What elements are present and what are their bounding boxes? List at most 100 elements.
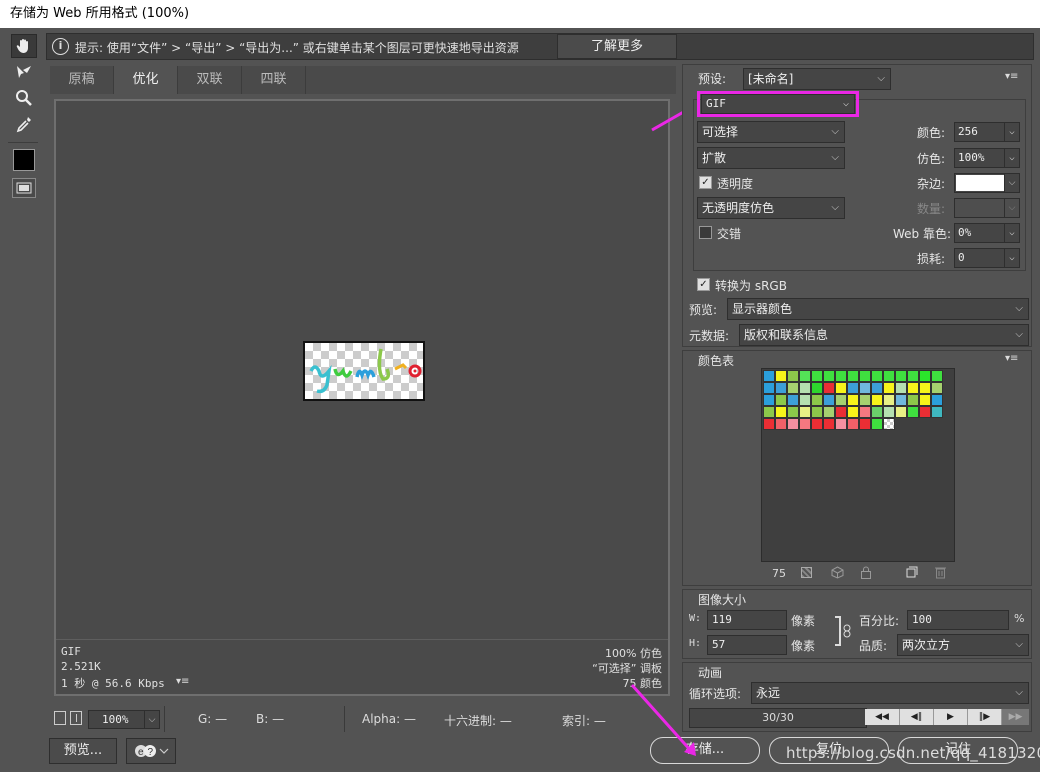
constrain-link-icon[interactable] xyxy=(843,624,851,641)
play-button[interactable]: ▶ xyxy=(933,709,967,725)
web-shift-icon[interactable] xyxy=(831,566,844,582)
preset-select[interactable]: [未命名] ⌵ xyxy=(743,68,891,90)
color-swatch[interactable] xyxy=(847,394,859,406)
color-swatch[interactable] xyxy=(895,382,907,394)
percent-input[interactable]: 100 xyxy=(907,610,1009,630)
color-swatch[interactable] xyxy=(931,382,943,394)
amount-input[interactable]: ⌵ xyxy=(954,198,1020,218)
color-swatch[interactable] xyxy=(799,382,811,394)
color-swatch[interactable] xyxy=(871,406,883,418)
color-swatch[interactable] xyxy=(871,418,883,430)
color-swatch[interactable] xyxy=(787,418,799,430)
color-swatch[interactable] xyxy=(859,370,871,382)
color-swatch[interactable] xyxy=(811,418,823,430)
color-swatch[interactable] xyxy=(907,406,919,418)
color-swatch[interactable] xyxy=(895,394,907,406)
color-swatch[interactable] xyxy=(859,382,871,394)
color-swatch[interactable] xyxy=(883,406,895,418)
color-swatch[interactable] xyxy=(775,370,787,382)
color-swatch[interactable] xyxy=(919,394,931,406)
color-swatch[interactable] xyxy=(787,382,799,394)
preview-select[interactable]: 显示器颜色 ⌵ xyxy=(727,298,1029,320)
color-swatch[interactable] xyxy=(775,418,787,430)
color-swatch[interactable] xyxy=(763,382,775,394)
color-swatch[interactable] xyxy=(811,382,823,394)
preset-menu-icon[interactable]: ▾≡ xyxy=(1005,71,1018,82)
color-swatch[interactable] xyxy=(835,406,847,418)
color-swatch[interactable] xyxy=(823,406,835,418)
color-swatch[interactable] xyxy=(859,418,871,430)
height-input[interactable]: 57 xyxy=(707,635,787,655)
palette-select[interactable]: 可选择 ⌵ xyxy=(697,121,845,143)
color-swatch[interactable] xyxy=(763,406,775,418)
color-swatch[interactable] xyxy=(871,394,883,406)
last-frame-button[interactable]: ▶▶ xyxy=(1001,709,1029,725)
color-swatch[interactable] xyxy=(859,406,871,418)
color-swatch[interactable] xyxy=(859,394,871,406)
color-swatch[interactable] xyxy=(799,394,811,406)
color-swatch[interactable] xyxy=(823,370,835,382)
transparency-checkbox[interactable]: ✓ xyxy=(699,176,712,189)
color-swatch[interactable] xyxy=(787,370,799,382)
color-swatch[interactable] xyxy=(847,370,859,382)
color-swatch[interactable] xyxy=(931,370,943,382)
first-frame-button[interactable]: ◀◀ xyxy=(865,709,899,725)
color-swatch[interactable] xyxy=(847,418,859,430)
color-swatch[interactable] xyxy=(847,406,859,418)
color-swatch[interactable] xyxy=(823,418,835,430)
color-table-grid[interactable] xyxy=(761,368,955,562)
color-swatch[interactable] xyxy=(883,382,895,394)
color-swatch[interactable] xyxy=(799,370,811,382)
color-swatch[interactable] xyxy=(811,370,823,382)
color-swatch[interactable] xyxy=(847,382,859,394)
color-swatch[interactable] xyxy=(799,418,811,430)
color-swatch[interactable] xyxy=(775,382,787,394)
color-swatch[interactable] xyxy=(871,370,883,382)
color-swatch[interactable] xyxy=(895,406,907,418)
next-frame-button[interactable]: ‖▶ xyxy=(967,709,1001,725)
width-input[interactable]: 119 xyxy=(707,610,787,630)
color-swatch[interactable] xyxy=(907,370,919,382)
color-swatch[interactable] xyxy=(811,394,823,406)
color-swatch[interactable] xyxy=(835,370,847,382)
convert-srgb-checkbox[interactable]: ✓ xyxy=(697,278,710,291)
color-swatch[interactable] xyxy=(763,370,775,382)
color-swatch[interactable] xyxy=(919,370,931,382)
matte-select[interactable]: ⌵ xyxy=(954,173,1020,193)
prev-frame-button[interactable]: ◀‖ xyxy=(899,709,933,725)
color-swatch[interactable] xyxy=(787,394,799,406)
color-swatch[interactable] xyxy=(931,394,943,406)
web-snap-input[interactable]: 0% ⌵ xyxy=(954,223,1020,243)
color-swatch[interactable] xyxy=(763,394,775,406)
map-transparent-icon[interactable] xyxy=(801,567,812,578)
color-swatch[interactable] xyxy=(907,394,919,406)
delete-color-icon[interactable] xyxy=(935,566,946,582)
color-swatch[interactable] xyxy=(811,406,823,418)
format-select[interactable]: GIF ⌵ xyxy=(701,94,855,114)
quality-select[interactable]: 两次立方 ⌵ xyxy=(897,634,1029,656)
color-swatch[interactable] xyxy=(883,394,895,406)
color-swatch[interactable] xyxy=(931,406,943,418)
color-swatch[interactable] xyxy=(763,418,775,430)
color-swatch[interactable] xyxy=(823,394,835,406)
color-swatch[interactable] xyxy=(835,382,847,394)
transparency-dither-select[interactable]: 无透明度仿色 ⌵ xyxy=(697,197,845,219)
color-swatch[interactable] xyxy=(883,418,895,430)
color-swatch[interactable] xyxy=(919,406,931,418)
interlaced-checkbox[interactable] xyxy=(699,226,712,239)
color-swatch[interactable] xyxy=(919,382,931,394)
metadata-select[interactable]: 版权和联系信息 ⌵ xyxy=(739,324,1029,346)
color-swatch[interactable] xyxy=(895,370,907,382)
color-table-menu-icon[interactable]: ▾≡ xyxy=(1005,353,1018,364)
color-swatch[interactable] xyxy=(823,382,835,394)
color-swatch[interactable] xyxy=(835,418,847,430)
color-swatch[interactable] xyxy=(907,382,919,394)
color-swatch[interactable] xyxy=(787,406,799,418)
new-color-icon[interactable] xyxy=(906,566,918,581)
colors-input[interactable]: 256 ⌵ xyxy=(954,122,1020,142)
dither-algorithm-select[interactable]: 扩散 ⌵ xyxy=(697,147,845,169)
color-swatch[interactable] xyxy=(775,394,787,406)
lossy-input[interactable]: 0 ⌵ xyxy=(954,248,1020,268)
color-swatch[interactable] xyxy=(883,370,895,382)
color-swatch[interactable] xyxy=(835,394,847,406)
